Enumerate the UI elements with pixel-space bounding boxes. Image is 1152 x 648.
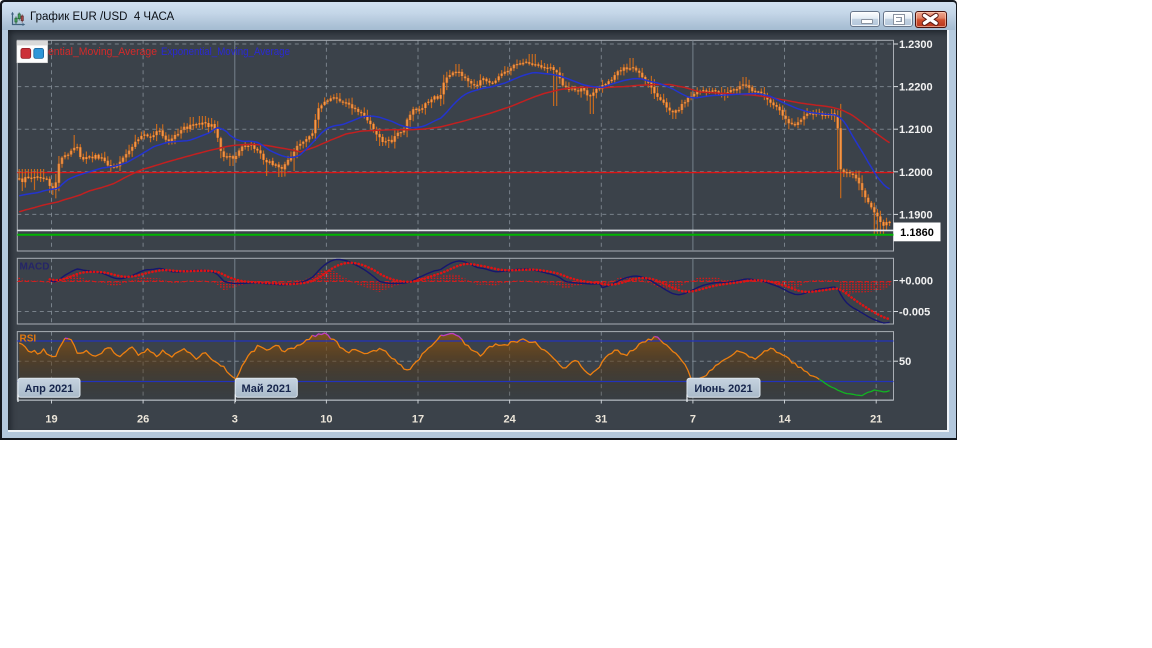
svg-text:14: 14 (778, 414, 791, 426)
svg-text:1.2200: 1.2200 (899, 82, 933, 94)
svg-text:1.1900: 1.1900 (899, 209, 933, 221)
svg-text:7: 7 (690, 414, 696, 426)
svg-text:1.2300: 1.2300 (899, 39, 933, 51)
svg-text:RSI: RSI (20, 334, 37, 345)
svg-text:24: 24 (503, 414, 516, 426)
svg-text:50: 50 (899, 356, 911, 368)
svg-text:-0.005: -0.005 (899, 307, 930, 319)
svg-text:Май 2021: Май 2021 (241, 383, 291, 395)
svg-text:Exponential_Moving_Average: Exponential_Moving_Average (161, 46, 290, 58)
svg-text:1.2100: 1.2100 (899, 124, 933, 136)
svg-text:MACD: MACD (20, 262, 50, 273)
svg-text:19: 19 (45, 414, 57, 426)
svg-text:1.1860: 1.1860 (900, 227, 934, 239)
svg-text:26: 26 (137, 414, 149, 426)
svg-text:1.2000: 1.2000 (899, 167, 933, 179)
svg-text:17: 17 (412, 414, 424, 426)
svg-text:21: 21 (870, 414, 882, 426)
svg-text:+0.000: +0.000 (899, 276, 933, 288)
svg-text:Июнь 2021: Июнь 2021 (694, 383, 752, 395)
svg-text:ential_Moving_Average: ential_Moving_Average (48, 46, 157, 58)
svg-text:3: 3 (232, 414, 238, 426)
svg-text:Апр 2021: Апр 2021 (25, 383, 74, 395)
svg-text:31: 31 (595, 414, 607, 426)
svg-text:10: 10 (320, 414, 332, 426)
